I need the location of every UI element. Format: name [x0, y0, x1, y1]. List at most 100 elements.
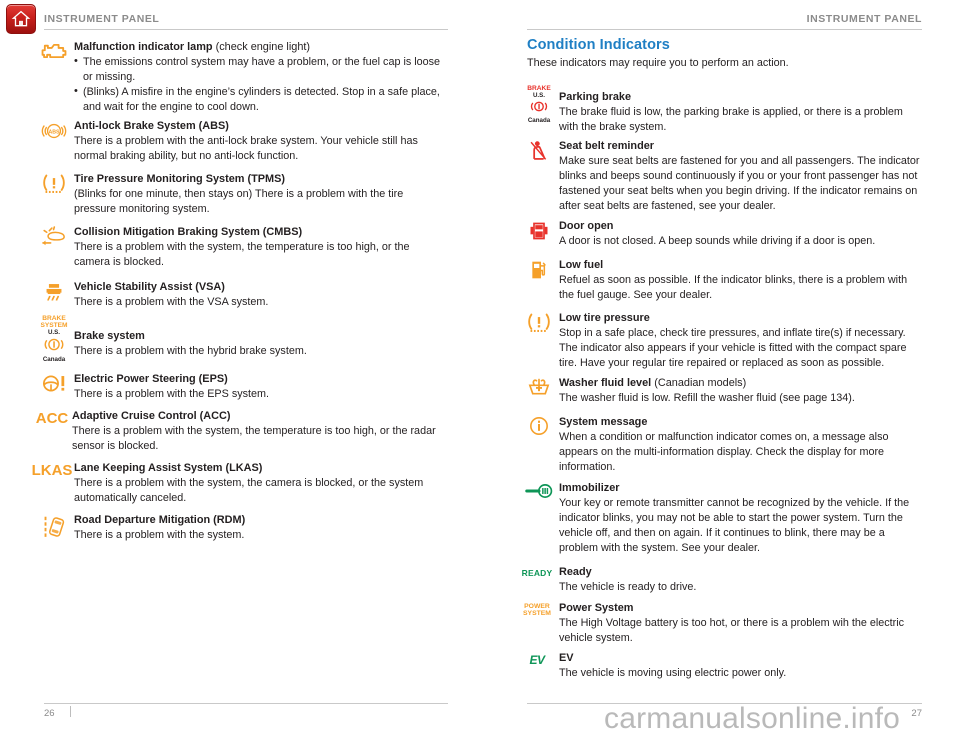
list-item: Tire Pressure Monitoring System (TPMS) (…: [34, 172, 434, 217]
watermark: carmanualsonline.info: [604, 702, 901, 735]
brake-circle-icon: [40, 337, 67, 356]
parking-brake-label-us: U.S.: [532, 92, 546, 100]
seat-belt-reminder-icon: [519, 139, 559, 162]
list-item: Low tire pressure Stop in a safe place, …: [519, 311, 923, 371]
ev-icon: EV: [515, 651, 559, 667]
washer-fluid-icon: [519, 376, 559, 397]
running-head-right: INSTRUMENT PANEL: [806, 13, 922, 25]
brake-system-icon: BRAKE SYSTEM U.S. Canada: [34, 315, 74, 363]
list-item: POWER SYSTEM Power System The High Volta…: [515, 601, 923, 646]
list-item: BRAKE SYSTEM U.S. Canada Brake system Th…: [34, 315, 434, 363]
list-item-title: Collision Mitigation Braking System (CMB…: [74, 226, 303, 238]
bullet: (Blinks) A misfire in the engine’s cylin…: [74, 84, 444, 115]
list-item-desc: The vehicle is ready to drive.: [559, 581, 697, 594]
list-item: Road Departure Mitigation (RDM) There is…: [34, 513, 434, 543]
list-item-desc: There is a problem with the hybrid brake…: [74, 345, 307, 358]
list-item-title: Brake system: [74, 330, 145, 342]
acc-icon-label: ACC: [35, 410, 69, 427]
list-item-title: Immobilizer: [559, 482, 620, 494]
system-message-icon: [519, 415, 559, 436]
list-item-desc: There is a problem with the system, the …: [74, 477, 424, 505]
page-title: Condition Indicators: [527, 37, 670, 53]
list-item-title: System message: [559, 416, 648, 428]
list-item-desc: Make sure seat belts are fastened for yo…: [559, 155, 920, 212]
brake-label-us: U.S.: [47, 328, 61, 336]
brake-label-canada: Canada: [42, 355, 66, 363]
home-button[interactable]: [6, 4, 36, 34]
list-item-bullets: The emissions control system may have a …: [74, 54, 444, 115]
list-item: Collision Mitigation Braking System (CMB…: [34, 225, 434, 270]
list-item-desc: The washer fluid is low. Refill the wash…: [559, 392, 855, 405]
low-tire-pressure-icon: [519, 311, 559, 334]
list-item: Vehicle Stability Assist (VSA) There is …: [34, 280, 434, 310]
list-item-title: Anti-lock Brake System (ABS): [74, 120, 229, 132]
list-item-desc: There is a problem with the system, the …: [74, 241, 410, 269]
lkas-icon: LKAS: [30, 461, 74, 479]
list-item-desc: (Blinks for one minute, then stays on) T…: [74, 188, 404, 216]
list-item: System message When a condition or malfu…: [519, 415, 923, 475]
manual-page: INSTRUMENT PANEL INSTRUMENT PANEL Condit…: [0, 0, 960, 738]
list-item-desc: There is a problem with the anti-lock br…: [74, 135, 418, 163]
header-rule-left: [44, 29, 448, 30]
list-item-title: Electric Power Steering (EPS): [74, 373, 228, 385]
bullet: The emissions control system may have a …: [74, 54, 444, 85]
list-item: READY Ready The vehicle is ready to driv…: [515, 565, 923, 595]
list-item-desc: There is a problem with the EPS system.: [74, 388, 270, 401]
list-item: Washer fluid level (Canadian models) The…: [519, 376, 923, 406]
check-engine-icon: [34, 40, 74, 61]
cmbs-icon: [34, 225, 74, 248]
parking-brake-label-canada: Canada: [527, 116, 551, 124]
list-item-title: Adaptive Cruise Control (ACC): [72, 410, 231, 422]
list-item-title: Door open: [559, 220, 614, 232]
parking-brake-icon: BRAKE U.S. Canada: [519, 85, 559, 124]
list-item: BRAKE U.S. Canada Parking brake The brak…: [519, 85, 923, 135]
power-word-2: SYSTEM: [523, 609, 551, 617]
power-system-icon: POWER SYSTEM: [515, 601, 559, 618]
list-item-title: Low fuel: [559, 259, 604, 271]
section-subtitle: These indicators may require you to perf…: [527, 57, 789, 69]
ev-icon-label: EV: [529, 653, 545, 667]
svg-text:ABS: ABS: [48, 130, 60, 136]
tpms-icon: [34, 172, 74, 195]
list-item: EV EV The vehicle is moving using electr…: [515, 651, 923, 681]
lkas-icon-label: LKAS: [31, 462, 73, 479]
footer-rule-left: [44, 703, 448, 704]
running-head-left: INSTRUMENT PANEL: [44, 13, 160, 25]
list-item-desc: When a condition or malfunction indicato…: [559, 431, 889, 473]
door-open-icon: [519, 219, 559, 242]
list-item: LKAS Lane Keeping Assist System (LKAS) T…: [30, 461, 436, 506]
list-item-title: Vehicle Stability Assist (VSA): [74, 281, 225, 293]
acc-icon: ACC: [32, 409, 72, 427]
list-item-title: Tire Pressure Monitoring System (TPMS): [74, 173, 286, 185]
list-item-title: Low tire pressure: [559, 312, 650, 324]
list-item-desc: The vehicle is moving using electric pow…: [559, 667, 787, 680]
immobilizer-icon: [519, 481, 559, 500]
page-number-left: 26: [44, 708, 55, 719]
list-item: Door open A door is not closed. A beep s…: [519, 219, 923, 249]
list-item-title: Seat belt reminder: [559, 140, 655, 152]
list-item-desc: The High Voltage battery is too hot, or …: [559, 617, 905, 645]
list-item: Low fuel Refuel as soon as possible. If …: [519, 258, 923, 303]
list-item-title: Parking brake: [559, 91, 632, 103]
list-item-desc: Refuel as soon as possible. If the indic…: [559, 274, 908, 302]
rdm-icon: [34, 513, 74, 540]
eps-icon: [34, 372, 74, 394]
list-item: Malfunction indicator lamp (check engine…: [34, 40, 444, 115]
list-item: Electric Power Steering (EPS) There is a…: [34, 372, 434, 402]
list-item-title: Washer fluid level (Canadian models): [559, 377, 747, 389]
vsa-icon: [34, 280, 74, 303]
home-icon: [11, 9, 31, 29]
page-number-right: 27: [911, 708, 922, 719]
list-item-desc: A door is not closed. A beep sounds whil…: [559, 235, 876, 248]
list-item-title: Malfunction indicator lamp (check engine…: [74, 41, 311, 53]
list-item-title: Lane Keeping Assist System (LKAS): [74, 462, 263, 474]
list-item-title: Road Departure Mitigation (RDM): [74, 514, 246, 526]
list-item-desc: Stop in a safe place, check tire pressur…: [559, 327, 907, 369]
low-fuel-icon: [519, 258, 559, 281]
ready-icon: READY: [515, 565, 559, 578]
parking-brake-circle-icon: [527, 100, 550, 117]
header-rule-right: [527, 29, 922, 30]
list-item: Immobilizer Your key or remote transmitt…: [519, 481, 923, 556]
list-item: ACC Adaptive Cruise Control (ACC) There …: [32, 409, 436, 454]
list-item-desc: The brake fluid is low, the parking brak…: [559, 106, 903, 134]
